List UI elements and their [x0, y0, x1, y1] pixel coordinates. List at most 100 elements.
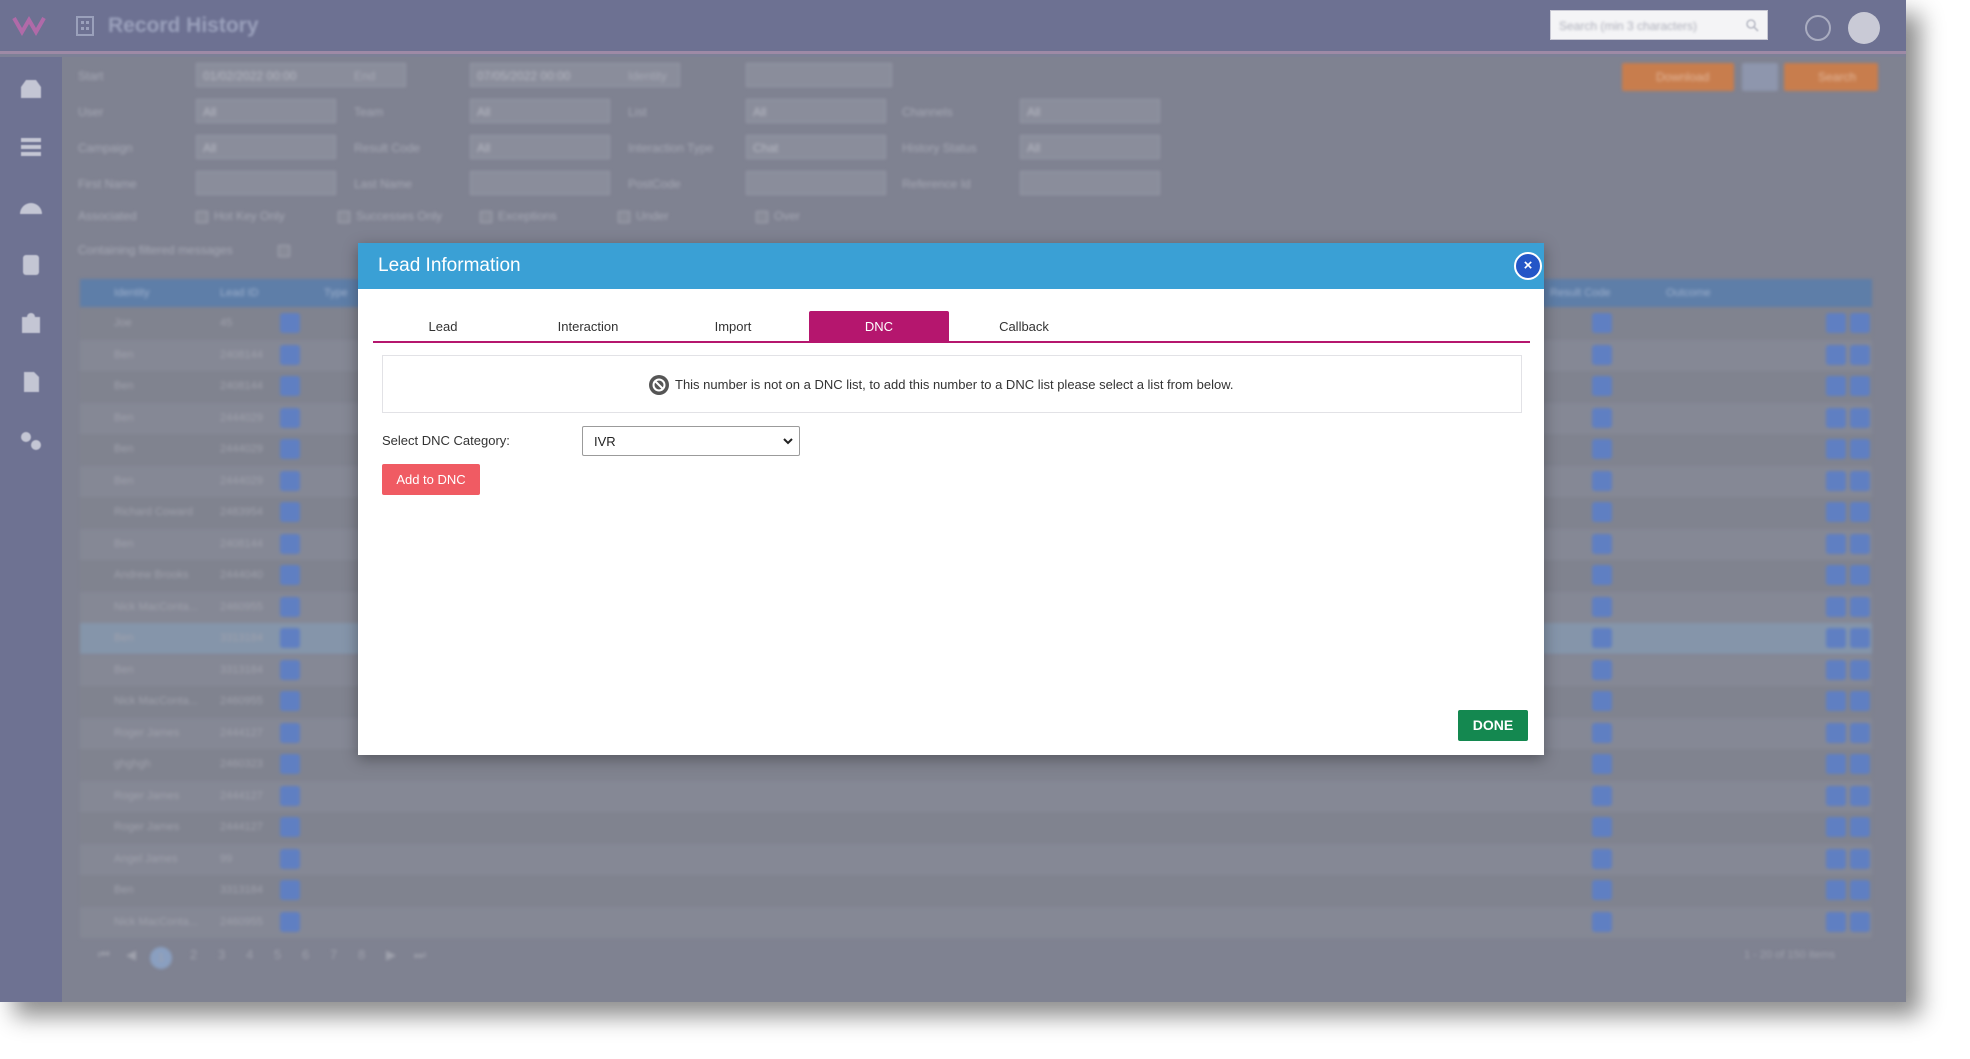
edit-record-button[interactable]: [1592, 313, 1612, 333]
page-link[interactable]: 7: [330, 947, 337, 962]
containing-checkbox[interactable]: [278, 245, 290, 257]
edit-record-button[interactable]: [1592, 596, 1612, 617]
details-button[interactable]: [1826, 911, 1846, 932]
edit-record-button[interactable]: [1592, 722, 1612, 743]
view-lead-button[interactable]: [280, 470, 300, 491]
open-record-button[interactable]: [1850, 376, 1870, 396]
document-icon[interactable]: [18, 370, 44, 394]
contacts-icon[interactable]: [18, 311, 44, 335]
close-icon[interactable]: ×: [1514, 252, 1542, 280]
first-name-input[interactable]: [196, 171, 336, 195]
postcode-input[interactable]: [746, 171, 886, 195]
edit-record-button[interactable]: [1592, 344, 1612, 365]
column-header[interactable]: Identity: [114, 287, 149, 299]
dashboard-icon[interactable]: [18, 194, 44, 218]
column-header[interactable]: Lead ID: [220, 287, 259, 299]
page-link[interactable]: 5: [274, 947, 281, 962]
columns-button[interactable]: [1742, 63, 1778, 91]
edit-record-button[interactable]: [1592, 470, 1612, 491]
channels-select[interactable]: All: [1020, 99, 1160, 123]
details-button[interactable]: [1826, 722, 1846, 743]
details-button[interactable]: [1826, 880, 1846, 900]
open-record-button[interactable]: [1850, 407, 1870, 428]
details-button[interactable]: [1826, 533, 1846, 554]
open-record-button[interactable]: [1850, 628, 1870, 648]
view-lead-button[interactable]: [280, 502, 300, 522]
dnc-category-select[interactable]: IVR: [582, 426, 800, 456]
open-record-button[interactable]: [1850, 911, 1870, 932]
edit-record-button[interactable]: [1592, 785, 1612, 806]
tab-interaction[interactable]: Interaction: [518, 311, 658, 343]
edit-record-button[interactable]: [1592, 848, 1612, 869]
exceptions-checkbox[interactable]: [480, 211, 492, 223]
edit-record-button[interactable]: [1592, 439, 1612, 459]
hot-key-checkbox[interactable]: [196, 211, 208, 223]
edit-record-button[interactable]: [1592, 628, 1612, 648]
edit-record-button[interactable]: [1592, 659, 1612, 680]
tab-callback[interactable]: Callback: [954, 311, 1094, 343]
database-icon[interactable]: [18, 253, 44, 277]
tab-import[interactable]: Import: [663, 311, 803, 343]
details-button[interactable]: [1826, 785, 1846, 806]
edit-record-button[interactable]: [1592, 565, 1612, 585]
open-record-button[interactable]: [1850, 817, 1870, 837]
last-page-icon[interactable]: ⏭: [414, 947, 426, 963]
view-lead-button[interactable]: [280, 439, 300, 459]
identity-input[interactable]: [746, 63, 892, 87]
global-search-input[interactable]: Search (min 3 characters): [1550, 10, 1768, 40]
last-name-input[interactable]: [470, 171, 610, 195]
list-icon[interactable]: [18, 135, 44, 159]
details-button[interactable]: [1826, 596, 1846, 617]
edit-record-button[interactable]: [1592, 754, 1612, 774]
open-record-button[interactable]: [1850, 596, 1870, 617]
user-select[interactable]: All: [196, 99, 336, 123]
open-record-button[interactable]: [1850, 691, 1870, 711]
view-lead-button[interactable]: [280, 565, 300, 585]
details-button[interactable]: [1826, 376, 1846, 396]
details-button[interactable]: [1826, 344, 1846, 365]
view-lead-button[interactable]: [280, 785, 300, 806]
open-record-button[interactable]: [1850, 344, 1870, 365]
open-record-button[interactable]: [1850, 785, 1870, 806]
page-link[interactable]: 2: [190, 947, 197, 962]
campaign-select[interactable]: All: [196, 135, 336, 159]
list-select[interactable]: All: [746, 99, 886, 123]
edit-record-button[interactable]: [1592, 407, 1612, 428]
add-to-dnc-button[interactable]: Add to DNC: [382, 464, 480, 495]
settings-icon[interactable]: [18, 429, 44, 453]
details-button[interactable]: [1826, 439, 1846, 459]
under-checkbox[interactable]: [618, 211, 630, 223]
user-avatar-icon[interactable]: [1848, 12, 1880, 44]
details-button[interactable]: [1826, 848, 1846, 869]
details-button[interactable]: [1826, 691, 1846, 711]
view-lead-button[interactable]: [280, 880, 300, 900]
history-status-select[interactable]: All: [1020, 135, 1160, 159]
help-icon[interactable]: [1805, 15, 1831, 41]
open-record-button[interactable]: [1850, 439, 1870, 459]
open-record-button[interactable]: [1850, 880, 1870, 900]
details-button[interactable]: [1826, 407, 1846, 428]
view-lead-button[interactable]: [280, 376, 300, 396]
view-lead-button[interactable]: [280, 848, 300, 869]
view-lead-button[interactable]: [280, 596, 300, 617]
view-lead-button[interactable]: [280, 754, 300, 774]
open-record-button[interactable]: [1850, 313, 1870, 333]
view-lead-button[interactable]: [280, 628, 300, 648]
edit-record-button[interactable]: [1592, 376, 1612, 396]
view-lead-button[interactable]: [280, 344, 300, 365]
interaction-type-select[interactable]: Chat: [746, 135, 886, 159]
page-link[interactable]: 1: [150, 947, 172, 969]
open-record-button[interactable]: [1850, 470, 1870, 491]
details-button[interactable]: [1826, 313, 1846, 333]
first-page-icon[interactable]: ⏮: [98, 947, 110, 963]
page-link[interactable]: 4: [246, 947, 253, 962]
table-row[interactable]: Angel James 99: [80, 843, 1872, 875]
inbox-icon[interactable]: [18, 77, 44, 101]
details-button[interactable]: [1826, 470, 1846, 491]
edit-record-button[interactable]: [1592, 691, 1612, 711]
table-row[interactable]: Roger James 2444127: [80, 780, 1872, 812]
open-record-button[interactable]: [1850, 848, 1870, 869]
edit-record-button[interactable]: [1592, 880, 1612, 900]
column-header[interactable]: Result Code: [1550, 287, 1611, 299]
page-link[interactable]: 3: [218, 947, 225, 962]
